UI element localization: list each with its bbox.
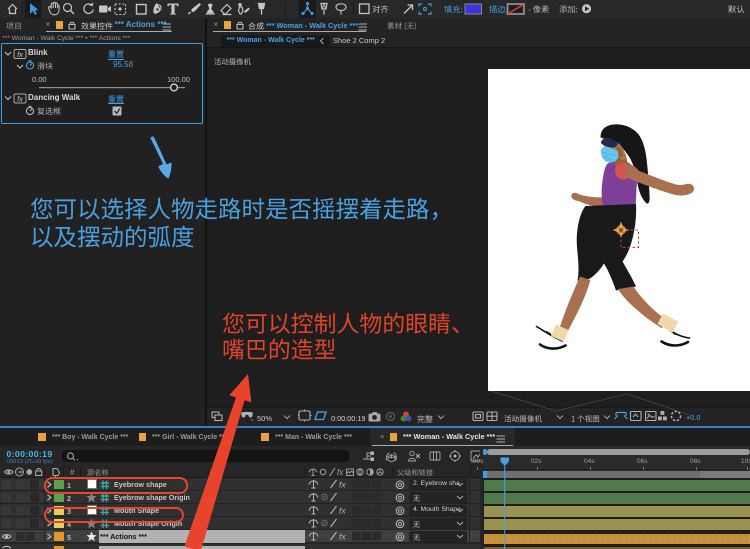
svg-text:fx: fx [337,468,344,477]
svg-text:A: A [322,4,327,10]
svg-text:fx: fx [339,532,346,542]
svg-text:fx: fx [17,95,23,104]
svg-text:fx: fx [339,506,346,516]
svg-text:fx: fx [339,480,346,490]
svg-text:#: # [70,468,75,477]
svg-text:fx: fx [17,50,23,59]
